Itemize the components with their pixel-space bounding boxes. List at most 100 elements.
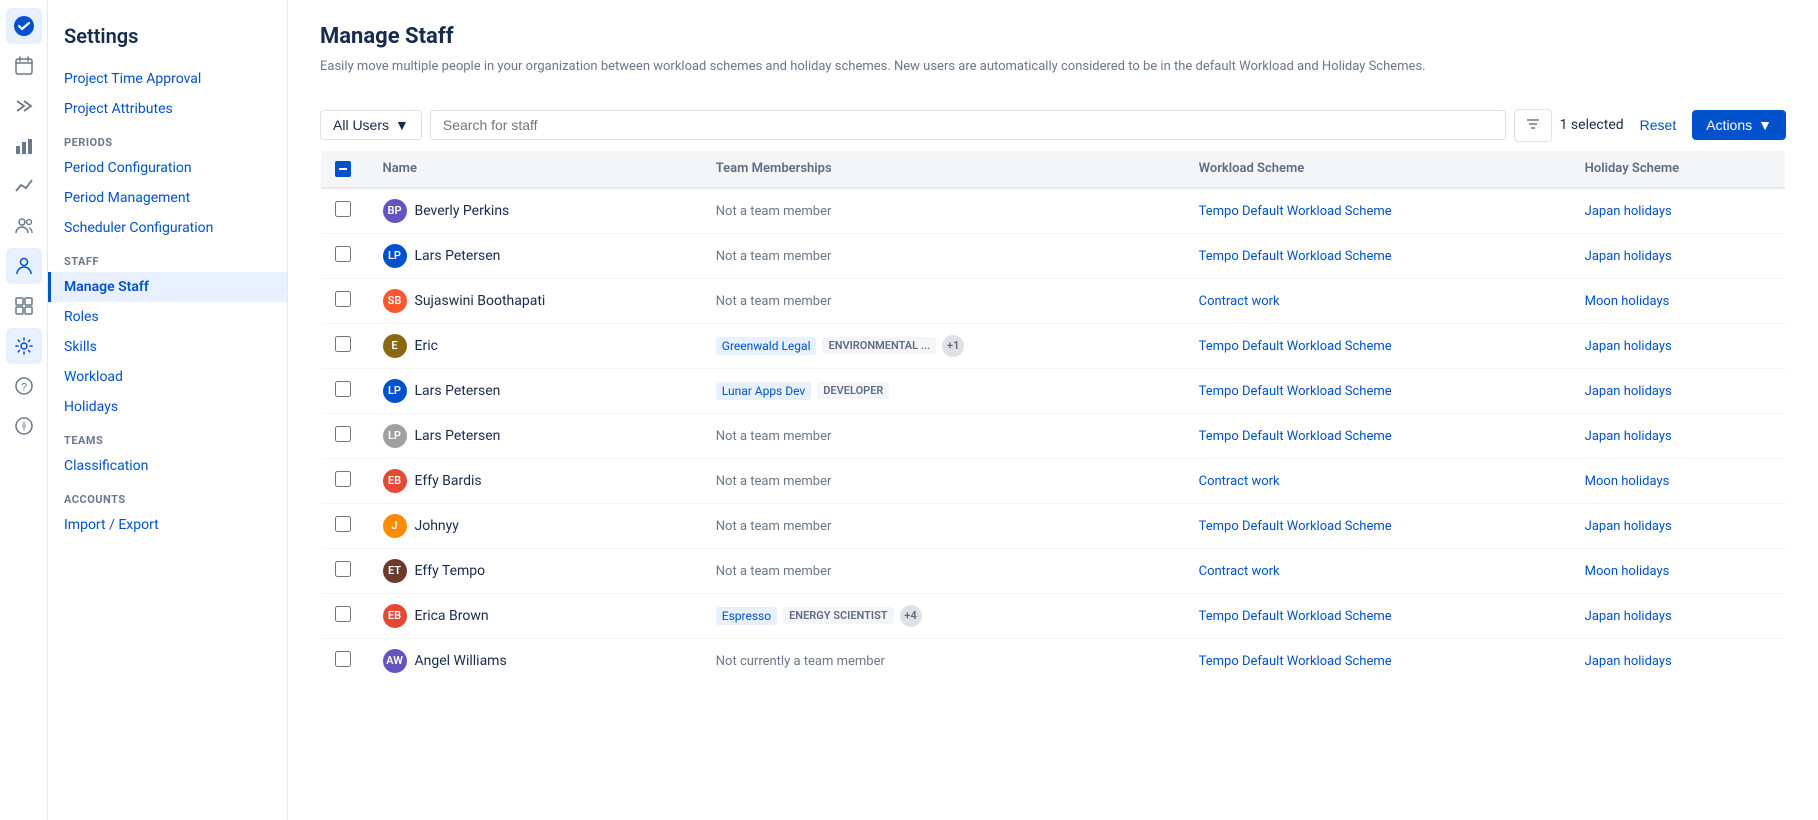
not-member-text: Not currently a team member [716,654,885,669]
compass-icon[interactable] [6,408,42,444]
row-name-cell: EEric [369,323,702,368]
row-workload-cell: Tempo Default Workload Scheme [1185,368,1571,413]
holiday-scheme-link[interactable]: Japan holidays [1585,519,1672,534]
row-name-cell: ETEffy Tempo [369,548,702,593]
sidebar-item-project-attributes[interactable]: Project Attributes [48,94,287,124]
sidebar-title: Settings [48,16,287,64]
sidebar-item-import-export[interactable]: Import / Export [48,510,287,540]
main-content: Manage Staff Easily move multiple people… [288,0,1818,820]
fast-forward-icon[interactable] [6,88,42,124]
workload-scheme-link[interactable]: Tempo Default Workload Scheme [1199,204,1392,219]
user-name-text: Effy Tempo [415,563,486,579]
workload-scheme-link[interactable]: Contract work [1199,564,1280,579]
holiday-scheme-link[interactable]: Japan holidays [1585,654,1672,669]
header-checkbox-cell [321,150,369,188]
sidebar-item-classification[interactable]: Classification [48,451,287,481]
workload-scheme-link[interactable]: Tempo Default Workload Scheme [1199,519,1392,534]
holiday-scheme-link[interactable]: Moon holidays [1585,474,1670,489]
row-checkbox[interactable] [335,651,351,667]
row-checkbox[interactable] [335,426,351,442]
svg-text:?: ? [21,382,27,394]
toolbar: All Users ▼ 1 selected Reset Actions ▼ [320,101,1786,150]
sidebar-item-workload[interactable]: Workload [48,362,287,392]
not-member-text: Not a team member [716,249,832,264]
filter-button[interactable] [1514,109,1552,142]
workload-scheme-link[interactable]: Tempo Default Workload Scheme [1199,339,1392,354]
all-users-button[interactable]: All Users ▼ [320,110,422,140]
holiday-scheme-link[interactable]: Japan holidays [1585,609,1672,624]
header-checkbox[interactable] [335,161,351,177]
reset-button[interactable]: Reset [1632,111,1685,139]
row-team-cell: Not a team member [702,233,1185,278]
user-name: JJohnyy [383,514,688,538]
sidebar-item-roles[interactable]: Roles [48,302,287,332]
row-checkbox[interactable] [335,471,351,487]
help-icon[interactable]: ? [6,368,42,404]
avatar: BP [383,199,407,223]
workload-scheme-link[interactable]: Tempo Default Workload Scheme [1199,429,1392,444]
calendar-icon[interactable] [6,48,42,84]
row-checkbox[interactable] [335,606,351,622]
page-subtitle: Easily move multiple people in your orga… [320,57,1786,77]
holiday-scheme-link[interactable]: Moon holidays [1585,294,1670,309]
row-checkbox[interactable] [335,291,351,307]
search-input[interactable] [430,110,1506,140]
all-users-label: All Users [333,117,389,133]
avatar: SB [383,289,407,313]
row-checkbox[interactable] [335,246,351,262]
row-checkbox[interactable] [335,336,351,352]
row-checkbox-cell [321,278,369,323]
row-checkbox[interactable] [335,381,351,397]
not-member-text: Not a team member [716,519,832,534]
sidebar-item-manage-staff[interactable]: Manage Staff [48,272,287,302]
workload-scheme-link[interactable]: Tempo Default Workload Scheme [1199,384,1392,399]
workload-scheme-link[interactable]: Tempo Default Workload Scheme [1199,654,1392,669]
sidebar-item-holidays[interactable]: Holidays [48,392,287,422]
line-chart-icon[interactable] [6,168,42,204]
row-workload-cell: Tempo Default Workload Scheme [1185,188,1571,234]
table-row: EBErica BrownEspressoENERGY SCIENTIST+4T… [321,593,1786,638]
holiday-scheme-link[interactable]: Moon holidays [1585,564,1670,579]
user-name-text: Erica Brown [415,608,489,624]
holiday-scheme-link[interactable]: Japan holidays [1585,249,1672,264]
role-badge: DEVELOPER [817,382,889,399]
settings-icon[interactable] [6,328,42,364]
row-holiday-cell: Moon holidays [1571,548,1786,593]
selected-count: 1 selected [1560,117,1624,133]
row-checkbox[interactable] [335,201,351,217]
workload-scheme-link[interactable]: Tempo Default Workload Scheme [1199,249,1392,264]
holiday-scheme-link[interactable]: Japan holidays [1585,429,1672,444]
table-row: SBSujaswini BoothapatiNot a team memberC… [321,278,1786,323]
people-icon[interactable] [6,208,42,244]
holiday-scheme-link[interactable]: Japan holidays [1585,384,1672,399]
row-holiday-cell: Japan holidays [1571,188,1786,234]
person-icon[interactable] [6,248,42,284]
row-checkbox[interactable] [335,561,351,577]
workload-scheme-link[interactable]: Contract work [1199,474,1280,489]
row-checkbox[interactable] [335,516,351,532]
table-row: AWAngel WilliamsNot currently a team mem… [321,638,1786,683]
row-holiday-cell: Japan holidays [1571,368,1786,413]
app-logo-icon[interactable] [6,8,42,44]
holiday-scheme-link[interactable]: Japan holidays [1585,339,1672,354]
header-holiday-scheme: Holiday Scheme [1571,150,1786,188]
avatar: LP [383,424,407,448]
sidebar-item-scheduler-configuration[interactable]: Scheduler Configuration [48,213,287,243]
actions-button[interactable]: Actions ▼ [1692,110,1786,140]
team-badge: Espresso [716,607,777,625]
sidebar-item-period-management[interactable]: Period Management [48,183,287,213]
workload-scheme-link[interactable]: Tempo Default Workload Scheme [1199,609,1392,624]
avatar: LP [383,379,407,403]
sidebar-item-project-time-approval[interactable]: Project Time Approval [48,64,287,94]
bar-chart-icon[interactable] [6,128,42,164]
grid-icon[interactable] [6,288,42,324]
workload-scheme-link[interactable]: Contract work [1199,294,1280,309]
team-badge: Lunar Apps Dev [716,382,811,400]
sidebar-item-skills[interactable]: Skills [48,332,287,362]
row-workload-cell: Tempo Default Workload Scheme [1185,593,1571,638]
sidebar-item-period-configuration[interactable]: Period Configuration [48,153,287,183]
holiday-scheme-link[interactable]: Japan holidays [1585,204,1672,219]
not-member-text: Not a team member [716,294,832,309]
row-name-cell: EBEffy Bardis [369,458,702,503]
user-name-text: Eric [415,338,438,354]
